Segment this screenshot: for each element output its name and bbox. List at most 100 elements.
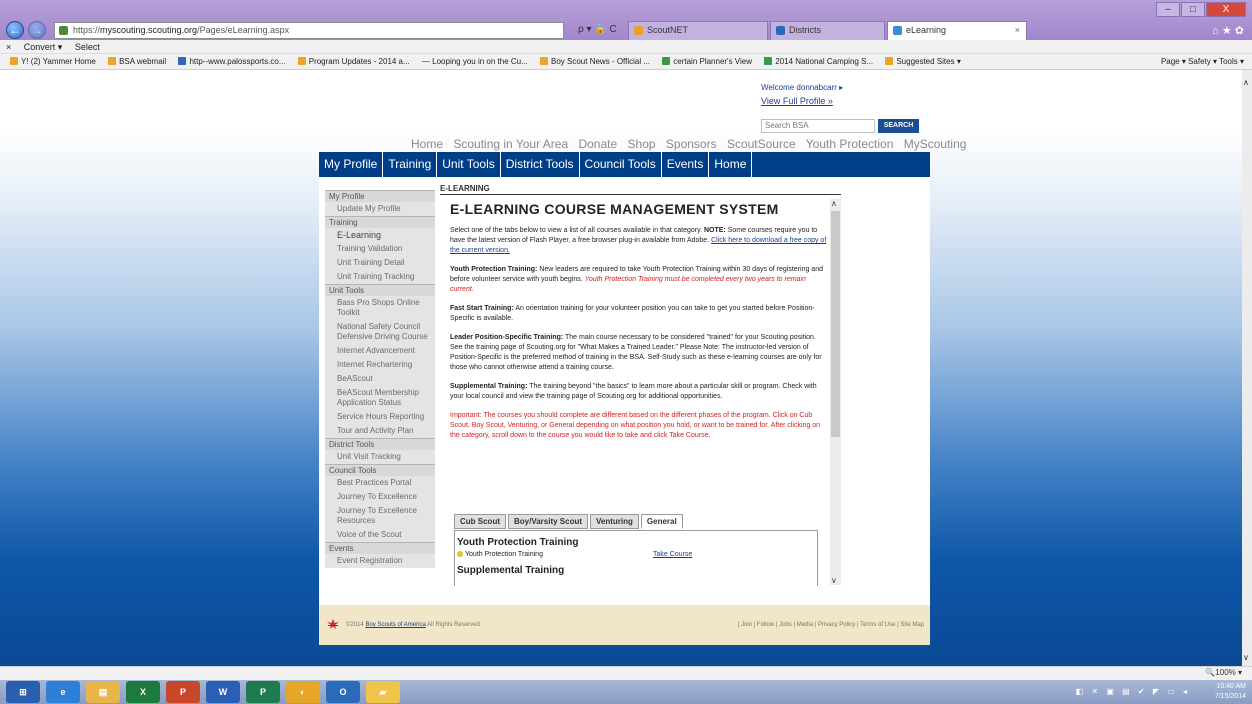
favorite-icon (540, 57, 549, 65)
suggested-sites-link[interactable]: Suggested Sites ▾ (885, 54, 961, 69)
taskbar-app-icon[interactable]: P (246, 681, 280, 703)
favorite-link[interactable]: Y! (2) Yammer Home (10, 54, 96, 69)
sidebar-item[interactable]: Service Hours Reporting (325, 411, 435, 424)
nav-my-profile[interactable]: My Profile (319, 152, 384, 177)
favorite-link[interactable]: Program Updates - 2014 a... (297, 54, 410, 69)
home-favorites-settings-icons[interactable]: ⌂ ★ ✿ (1212, 24, 1244, 37)
sidebar-item[interactable]: BeAScout (325, 373, 435, 386)
page-scrollbar[interactable]: ∧ ∨ (1242, 70, 1252, 666)
close-commandbar-icon[interactable]: × (6, 42, 11, 52)
tab-cub-scout[interactable]: Cub Scout (454, 514, 506, 529)
tab-boy-varsity-scout[interactable]: Boy/Varsity Scout (508, 514, 589, 529)
back-arrow-icon: ← (9, 23, 21, 37)
tab-scoutnet[interactable]: ScoutNET (628, 21, 768, 40)
sidebar-item[interactable]: Tour and Activity Plan (325, 425, 435, 438)
scroll-thumb[interactable] (831, 211, 840, 437)
favorite-link[interactable]: BSA webmail (108, 54, 166, 69)
favorite-link[interactable]: — Looping you in on the Cu... (422, 54, 528, 69)
nav-unit-tools[interactable]: Unit Tools (437, 152, 501, 177)
site-icon (59, 26, 68, 35)
tab-general[interactable]: General (640, 514, 683, 529)
scroll-up-icon[interactable]: ∧ (831, 199, 837, 208)
footer-links[interactable]: | Join | Follow | Jobs | Media | Privacy… (738, 622, 924, 628)
search-input[interactable]: Search BSA (761, 119, 875, 133)
tab-districts[interactable]: Districts (770, 21, 885, 40)
sidebar-item[interactable]: Journey To Excellence Resources (325, 505, 435, 528)
taskbar-app-icon[interactable]: e (46, 681, 80, 703)
nav-home[interactable]: Home (709, 152, 753, 177)
bsa-link[interactable]: Boy Scouts of America (365, 622, 425, 628)
sidebar-item[interactable]: Training Validation (325, 243, 435, 256)
top-link-donate[interactable]: Donate (578, 137, 617, 151)
favorite-link[interactable]: 2014 National Camping S... (764, 54, 873, 69)
taskbar-app-icon[interactable]: ◐ (286, 681, 320, 703)
sidebar-item[interactable]: Unit Training Detail (325, 257, 435, 270)
zoom-level[interactable]: 🔍100% ▾ (1205, 668, 1242, 677)
top-link-myscouting[interactable]: MyScouting (904, 137, 967, 151)
scroll-up-icon[interactable]: ∧ (1243, 78, 1249, 87)
taskbar-app-icon[interactable]: O (326, 681, 360, 703)
top-link-home[interactable]: Home (411, 137, 443, 151)
sidebar-item[interactable]: Unit Visit Tracking (325, 451, 435, 464)
top-link-scoutsource[interactable]: ScoutSource (727, 137, 796, 151)
sidebar-item[interactable]: National Safety Council Defensive Drivin… (325, 321, 435, 344)
nav-district-tools[interactable]: District Tools (501, 152, 580, 177)
scroll-down-icon[interactable]: ∨ (831, 576, 837, 585)
convert-button[interactable]: Convert ▾ (24, 42, 63, 52)
top-link-shop[interactable]: Shop (628, 137, 656, 151)
course-section-heading: Supplemental Training (457, 565, 565, 576)
maximize-button[interactable]: □ (1181, 2, 1205, 17)
favorite-icon (885, 57, 894, 65)
sidebar-item[interactable]: Bass Pro Shops Online Toolkit (325, 297, 435, 320)
nav-training[interactable]: Training (383, 152, 438, 177)
tab-venturing[interactable]: Venturing (590, 514, 639, 529)
taskbar-app-icon[interactable]: X (126, 681, 160, 703)
sidebar-item[interactable]: Update My Profile (325, 203, 435, 216)
sidebar-item[interactable]: Best Practices Portal (325, 477, 435, 490)
close-tab-icon[interactable]: × (1015, 22, 1020, 39)
top-link-scouting-in-your-area[interactable]: Scouting in Your Area (453, 137, 568, 151)
sidebar-item[interactable]: Internet Advancement (325, 345, 435, 358)
address-bar[interactable]: https://myscouting.scouting.org/Pages/eL… (54, 22, 564, 39)
minimize-button[interactable]: – (1156, 2, 1180, 17)
welcome-user[interactable]: Welcome donnabcarr ▸ (761, 83, 843, 92)
window-controls: – □ X (1156, 2, 1246, 17)
sidebar-item[interactable]: Internet Rechartering (325, 359, 435, 372)
tab-elearning[interactable]: eLearning × (887, 21, 1027, 40)
top-link-youth-protection[interactable]: Youth Protection (806, 137, 894, 151)
sidebar-item[interactable]: Voice of the Scout (325, 529, 435, 542)
top-link-sponsors[interactable]: Sponsors (666, 137, 717, 151)
taskbar-app-icon[interactable]: P (166, 681, 200, 703)
sidebar-item[interactable]: E-Learning (325, 229, 435, 242)
tab-label: Districts (789, 25, 821, 35)
sidebar-item[interactable]: BeAScout Membership Application Status (325, 387, 435, 410)
favorite-link[interactable]: certain Planner's View (662, 54, 752, 69)
taskbar-app-icon[interactable]: ▤ (86, 681, 120, 703)
scroll-down-icon[interactable]: ∨ (1243, 653, 1249, 662)
content-scrollbar[interactable]: ∧ ∨ (830, 199, 841, 585)
search-button[interactable]: SEARCH (878, 119, 919, 133)
forward-button[interactable]: → (28, 21, 46, 39)
favorite-icon (764, 57, 773, 65)
back-button[interactable]: ← (6, 21, 24, 39)
favorite-link[interactable]: http--www.palossports.co... (178, 54, 286, 69)
nav-events[interactable]: Events (662, 152, 710, 177)
view-full-profile-link[interactable]: View Full Profile » (761, 96, 833, 106)
sidebar-item[interactable]: Event Registration (325, 555, 435, 568)
nav-council-tools[interactable]: Council Tools (580, 152, 662, 177)
clock[interactable]: 10:40 AM 7/15/2014 (1215, 682, 1246, 702)
start-button[interactable]: ⊞ (6, 681, 40, 703)
sidebar-item[interactable]: Journey To Excellence (325, 491, 435, 504)
take-course-link[interactable]: Take Course (653, 551, 692, 558)
system-tray-icons[interactable]: ◧ ✕ ▣ ▤ ✔ ◤ ▭ ◂ (1076, 687, 1190, 696)
address-bar-controls[interactable]: ρ ▾ 🔒 C (578, 24, 617, 35)
taskbar-app-icon[interactable]: ▰ (366, 681, 400, 703)
sidebar-section-header: District Tools (325, 438, 435, 450)
url-domain: myscouting.scouting.org (100, 25, 198, 35)
select-button[interactable]: Select (75, 42, 100, 52)
sidebar-item[interactable]: Unit Training Tracking (325, 271, 435, 284)
favorite-link[interactable]: Boy Scout News - Official ... (540, 54, 650, 69)
taskbar-app-icon[interactable]: W (206, 681, 240, 703)
close-window-button[interactable]: X (1206, 2, 1246, 17)
ie-tools-menu[interactable]: Page ▾ Safety ▾ Tools ▾ (1161, 54, 1244, 70)
